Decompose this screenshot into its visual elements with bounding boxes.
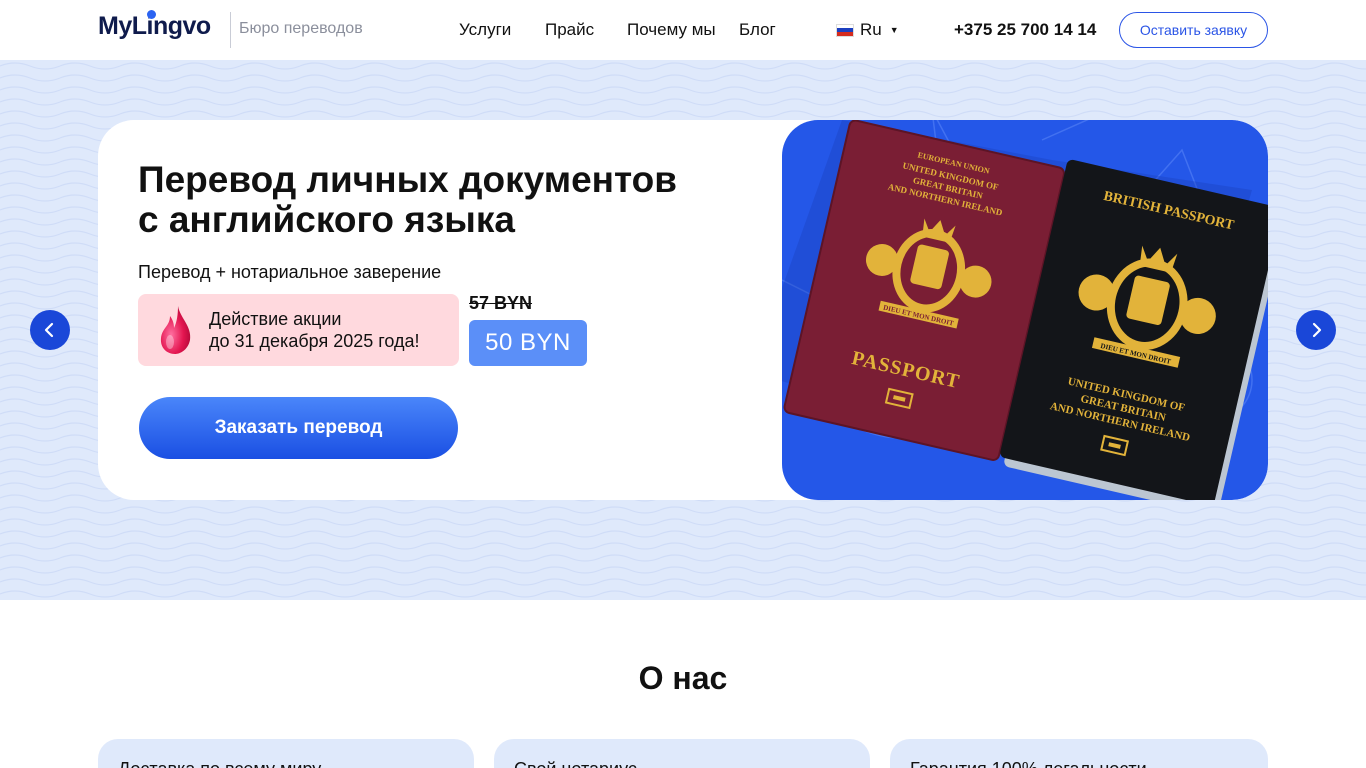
slide-title: Перевод личных документов с английского … [138,160,758,240]
site-header: MyLingvo Бюро переводов Услуги Прайс Поч… [0,0,1366,60]
logo-divider [230,12,231,48]
tagline: Бюро переводов [239,20,363,37]
about-title: О нас [638,660,728,696]
nav-item-services[interactable]: Услуги [459,20,511,40]
flame-icon [160,306,191,354]
language-label: Ru [860,20,882,39]
slide-subtitle: Перевод + нотариальное заверение [138,262,442,282]
phone-link[interactable]: +375 25 700 14 14 [954,20,1096,40]
hero-banner: Перевод личных документов с английского … [0,60,1366,600]
promo-line-1: Действие акции [209,309,342,329]
nav-item-blog[interactable]: Блог [739,20,776,40]
passport-illustration: EUROPEAN UNION UNITED KINGDOM OF GREAT B… [782,120,1268,500]
logo[interactable]: MyLingvo [98,10,211,44]
russia-flag-icon [836,23,854,37]
chevron-right-icon [1312,322,1322,338]
slide-title-line-2: с английского языка [138,199,515,240]
passports-image: EUROPEAN UNION UNITED KINGDOM OF GREAT B… [782,120,1268,500]
nav-item-why-us[interactable]: Почему мы [627,20,716,40]
order-translation-button[interactable]: Заказать перевод [139,397,458,459]
logo-dot-icon [147,10,156,19]
promo-text: Действие акции до 31 декабря 2025 года! [209,308,420,352]
chevron-left-icon [44,322,54,338]
slider-next-button[interactable] [1296,310,1336,350]
promo-line-2: до 31 декабря 2025 года! [209,331,420,351]
old-price: 57 BYN [469,293,533,313]
feature-label: Доставка по всему миру [118,759,321,768]
feature-card-legality: Гарантия 100% легальности [890,739,1268,768]
feature-label: Свой нотариус [514,759,637,768]
slider-prev-button[interactable] [30,310,70,350]
language-selector[interactable]: Ru ▼ [836,20,899,40]
promo-box: Действие акции до 31 декабря 2025 года! [138,294,459,366]
slide-title-line-1: Перевод личных документов [138,159,677,200]
nav-item-prices[interactable]: Прайс [545,20,594,40]
feature-card-notary: Свой нотариус [494,739,870,768]
caret-down-icon: ▼ [889,25,899,35]
hero-slide-card: Перевод личных документов с английского … [98,120,1268,500]
new-price-badge: 50 BYN [469,320,587,366]
feature-label: Гарантия 100% легальности [910,759,1147,768]
feature-card-delivery: Доставка по всему миру [98,739,474,768]
leave-request-button[interactable]: Оставить заявку [1119,12,1268,48]
